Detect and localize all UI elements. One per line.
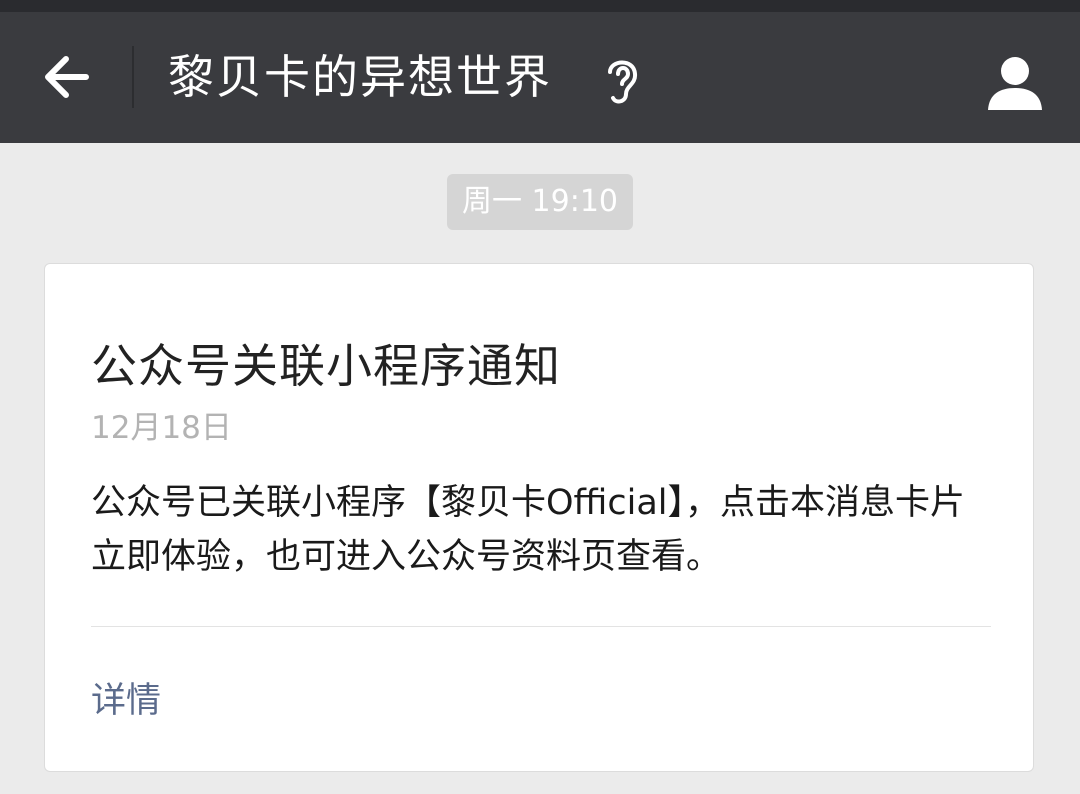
profile-button[interactable]: [978, 46, 1052, 120]
arrow-left-icon: [45, 56, 89, 98]
status-bar: [0, 0, 1080, 12]
person-icon: [988, 57, 1042, 110]
top-nav-bar: 黎贝卡的异想世界: [0, 12, 1080, 143]
card-divider: [91, 626, 991, 627]
back-button[interactable]: [26, 42, 106, 112]
message-timestamp: 周一 19:10: [447, 174, 633, 230]
card-date: 12月18日: [91, 410, 232, 446]
detail-link[interactable]: 详情: [91, 672, 161, 723]
ear-icon[interactable]: [600, 52, 644, 108]
card-body: 公众号已关联小程序【黎贝卡Official】，点击本消息卡片立即体验，也可进入公…: [91, 483, 966, 577]
notification-card[interactable]: 公众号关联小程序通知 12月18日 公众号已关联小程序【黎贝卡Official】…: [44, 263, 1034, 772]
card-title: 公众号关联小程序通知: [91, 339, 561, 393]
page-title: 黎贝卡的异想世界: [168, 50, 552, 104]
nav-divider: [132, 46, 134, 108]
